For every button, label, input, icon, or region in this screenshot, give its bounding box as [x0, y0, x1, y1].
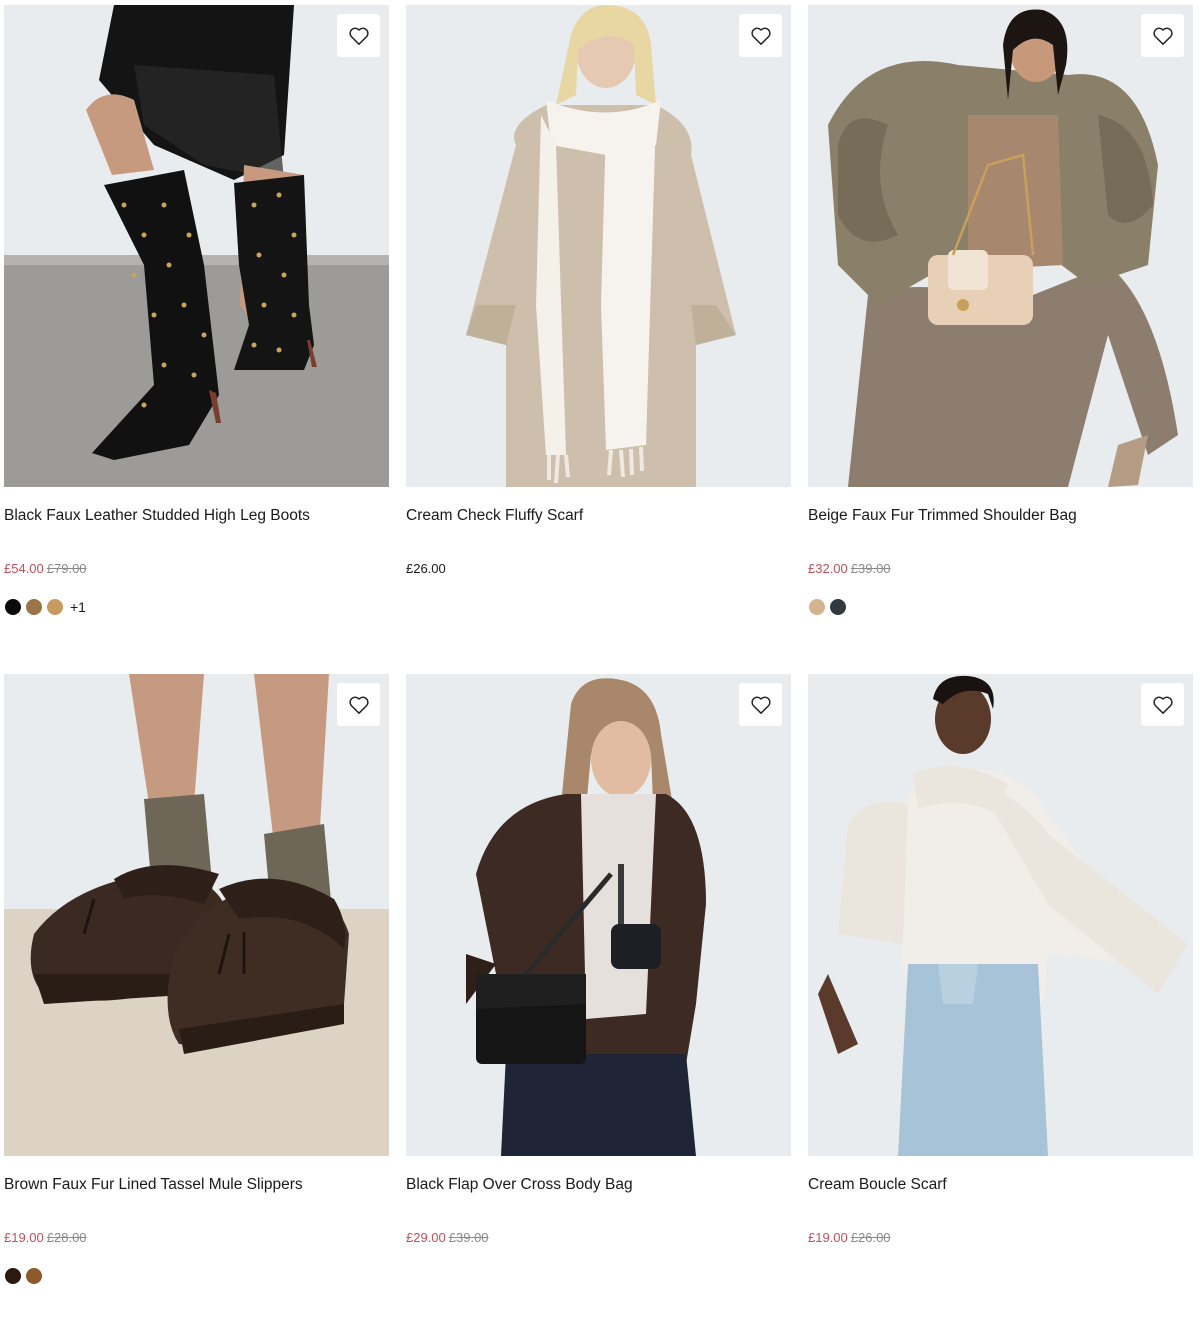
price-row: £54.00 £79.00: [4, 561, 87, 577]
heart-outline-icon: [1152, 696, 1173, 714]
sale-price: £29.00: [406, 1230, 446, 1245]
product-card[interactable]: Black Faux Leather Studded High Leg Boot…: [4, 5, 389, 674]
heart-outline-icon: [1152, 27, 1173, 45]
product-image[interactable]: [808, 674, 1193, 1156]
sale-price: £54.00: [4, 561, 44, 576]
price-row: £32.00 £39.00: [808, 561, 891, 577]
original-price: £39.00: [850, 561, 891, 576]
color-swatch[interactable]: [26, 599, 42, 615]
original-price: £28.00: [46, 1230, 87, 1245]
product-card[interactable]: Brown Faux Fur Lined Tassel Mule Slipper…: [4, 674, 389, 1343]
sale-price: £19.00: [4, 1230, 44, 1245]
wishlist-button[interactable]: [1141, 14, 1184, 57]
more-colors-count[interactable]: +1: [70, 599, 86, 615]
wishlist-button[interactable]: [1141, 683, 1184, 726]
product-card[interactable]: Cream Check Fluffy Scarf £26.00: [406, 5, 791, 674]
sale-price: £32.00: [808, 561, 848, 576]
price-row: £19.00 £28.00: [4, 1230, 87, 1246]
product-title[interactable]: Cream Check Fluffy Scarf: [406, 506, 583, 526]
price-row: £29.00 £39.00: [406, 1230, 489, 1246]
price-row: £26.00: [406, 561, 446, 577]
price: £26.00: [406, 561, 446, 576]
color-swatches: +1: [5, 599, 86, 615]
original-price: £39.00: [448, 1230, 489, 1245]
product-image[interactable]: [406, 674, 791, 1156]
color-swatch[interactable]: [5, 599, 21, 615]
product-title[interactable]: Beige Faux Fur Trimmed Shoulder Bag: [808, 506, 1077, 526]
product-title[interactable]: Brown Faux Fur Lined Tassel Mule Slipper…: [4, 1175, 303, 1195]
wishlist-button[interactable]: [739, 683, 782, 726]
sale-price: £19.00: [808, 1230, 848, 1245]
heart-outline-icon: [348, 27, 369, 45]
product-image[interactable]: [4, 5, 389, 487]
price-row: £19.00 £26.00: [808, 1230, 891, 1246]
product-title[interactable]: Cream Boucle Scarf: [808, 1175, 947, 1195]
product-title[interactable]: Black Faux Leather Studded High Leg Boot…: [4, 506, 310, 526]
color-swatches: [5, 1268, 42, 1284]
product-image[interactable]: [406, 5, 791, 487]
heart-outline-icon: [750, 27, 771, 45]
heart-outline-icon: [750, 696, 771, 714]
color-swatches: [809, 599, 846, 615]
color-swatch[interactable]: [809, 599, 825, 615]
heart-outline-icon: [348, 696, 369, 714]
product-card[interactable]: Beige Faux Fur Trimmed Shoulder Bag £32.…: [808, 5, 1193, 674]
color-swatch[interactable]: [5, 1268, 21, 1284]
original-price: £79.00: [46, 561, 87, 576]
wishlist-button[interactable]: [739, 14, 782, 57]
color-swatch[interactable]: [830, 599, 846, 615]
wishlist-button[interactable]: [337, 14, 380, 57]
color-swatch[interactable]: [26, 1268, 42, 1284]
product-card[interactable]: Cream Boucle Scarf £19.00 £26.00: [808, 674, 1193, 1343]
product-image[interactable]: [808, 5, 1193, 487]
product-title[interactable]: Black Flap Over Cross Body Bag: [406, 1175, 633, 1195]
product-image[interactable]: [4, 674, 389, 1156]
product-card[interactable]: Black Flap Over Cross Body Bag £29.00 £39…: [406, 674, 791, 1343]
original-price: £26.00: [850, 1230, 891, 1245]
wishlist-button[interactable]: [337, 683, 380, 726]
product-grid: Black Faux Leather Studded High Leg Boot…: [4, 5, 1193, 1343]
color-swatch[interactable]: [47, 599, 63, 615]
